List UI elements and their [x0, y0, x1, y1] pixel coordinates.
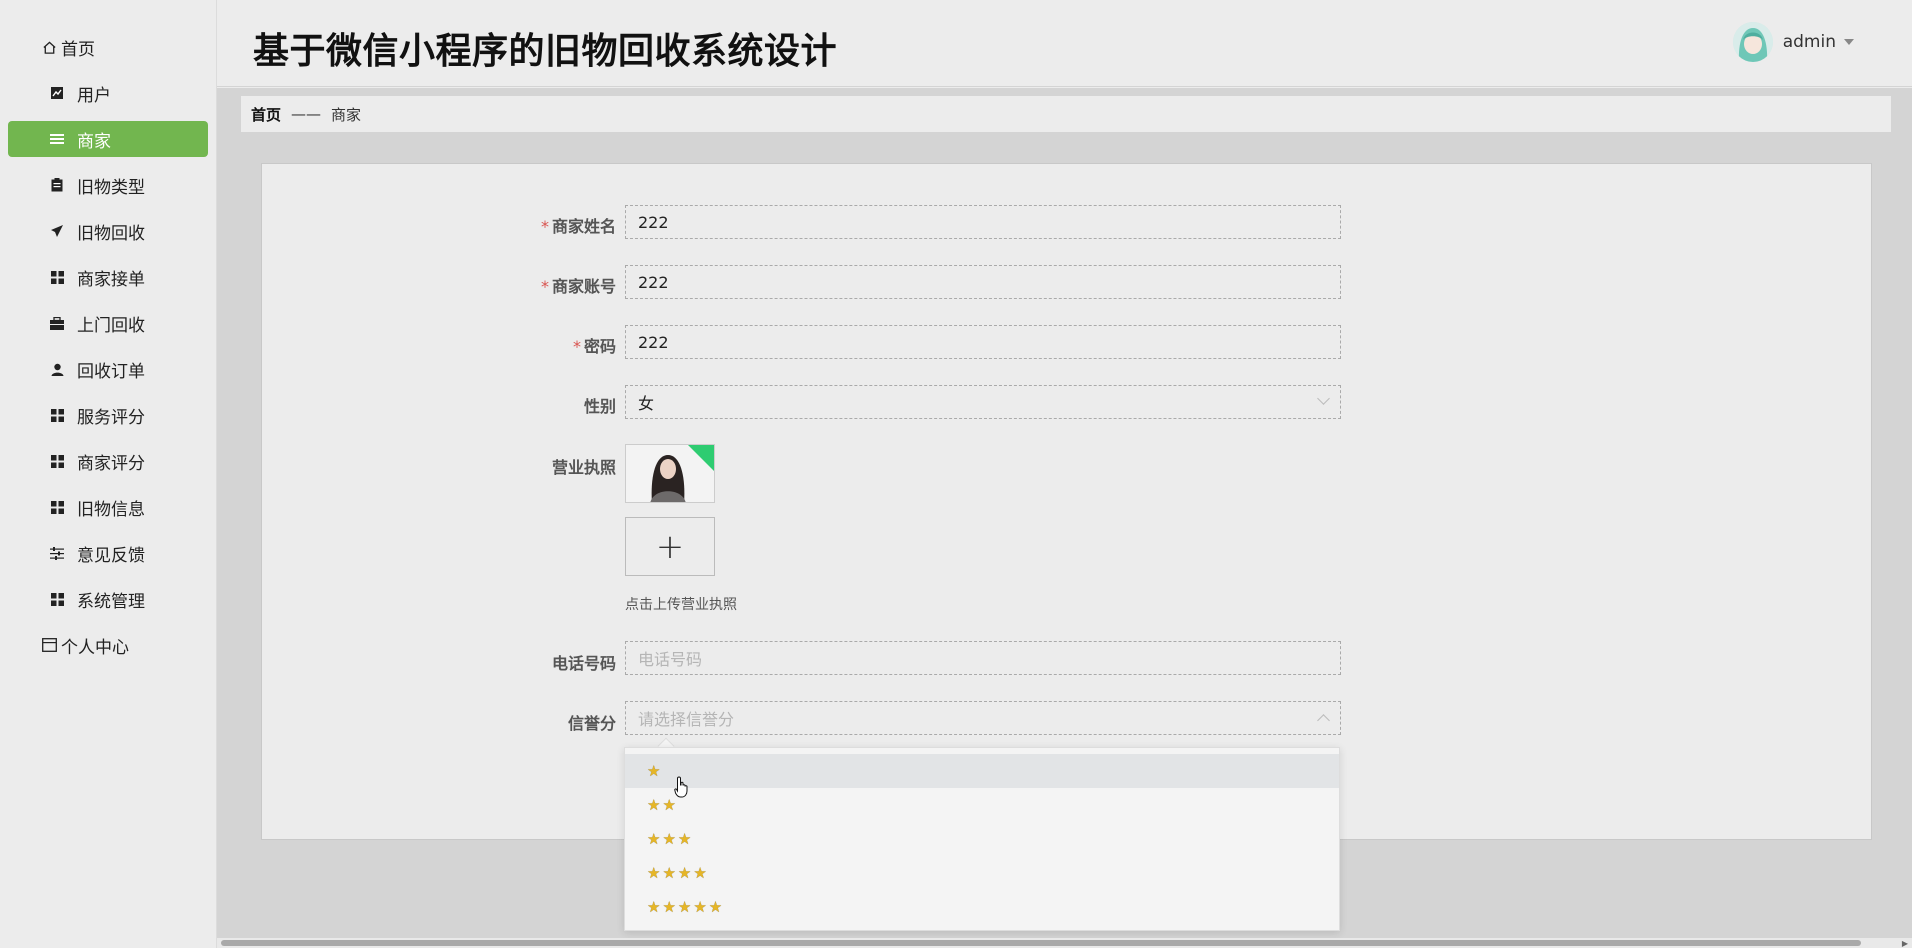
sidebar-item-home[interactable]: 首页	[0, 24, 216, 70]
sidebar-item-label: 商家	[77, 131, 111, 152]
breadcrumb-current: 商家	[331, 105, 362, 124]
account-label: * 商家账号	[540, 277, 616, 296]
required-mark: *	[540, 277, 549, 296]
gender-value: 女	[638, 394, 655, 413]
top-header: 基于微信小程序的旧物回收系统设计 admin	[217, 0, 1912, 87]
sliders-icon	[49, 545, 65, 561]
sidebar-item-merchants[interactable]: 商家	[8, 121, 208, 157]
merchant-form: * 商家姓名 222 * 商家账号 222 * 密码 222 性别 女 营业执照 + …	[261, 163, 1872, 840]
credit-dropdown: ★ ★★ ★★★ ★★★★ ★★★★★	[624, 747, 1340, 931]
horizontal-scrollbar[interactable]: ▶	[217, 938, 1912, 948]
chart-icon	[49, 85, 65, 101]
sidebar-item-recycle-orders[interactable]: 回收订单	[0, 346, 216, 392]
sidebar-item-label: 商家评分	[77, 453, 145, 474]
sidebar-item-label: 系统管理	[77, 591, 145, 612]
account-input[interactable]: 222	[625, 265, 1341, 299]
sidebar-item-profile[interactable]: 个人中心	[0, 622, 216, 668]
sidebar-item-recycling[interactable]: 旧物回收	[0, 208, 216, 254]
phone-label: 电话号码	[551, 654, 616, 673]
sidebar-item-pickup[interactable]: 上门回收	[0, 300, 216, 346]
sidebar-item-label: 用户	[77, 85, 111, 106]
avatar[interactable]	[1732, 22, 1773, 62]
credit-label: 信誉分	[567, 714, 616, 733]
breadcrumb-home[interactable]: 首页	[251, 104, 281, 125]
grid-icon	[49, 269, 65, 285]
sidebar-item-label: 意见反馈	[77, 545, 145, 566]
scrollbar-thumb[interactable]	[221, 940, 1861, 946]
scroll-right-icon[interactable]: ▶	[1902, 939, 1908, 948]
sidebar-item-label: 首页	[61, 39, 95, 60]
name-input[interactable]: 222	[625, 205, 1341, 239]
page-title: 基于微信小程序的旧物回收系统设计	[253, 31, 838, 72]
sidebar-item-users[interactable]: 用户	[0, 70, 216, 116]
sidebar-item-feedback[interactable]: 意见反馈	[0, 530, 216, 576]
window-icon	[41, 637, 57, 653]
sidebar-item-service-rating[interactable]: 服务评分	[0, 392, 216, 438]
sidebar-item-label: 商家接单	[77, 269, 145, 290]
caret-down-icon[interactable]	[1844, 39, 1854, 45]
credit-placeholder: 请选择信誉分	[638, 710, 735, 729]
grid-icon	[49, 453, 65, 469]
sidebar-item-merchant-rating[interactable]: 商家评分	[0, 438, 216, 484]
required-mark: *	[572, 337, 581, 356]
briefcase-icon	[49, 315, 65, 331]
required-mark: *	[540, 217, 549, 236]
credit-option-4[interactable]: ★★★★	[625, 856, 1339, 890]
sidebar-item-merchant-orders[interactable]: 商家接单	[0, 254, 216, 300]
upload-license-button[interactable]: +	[625, 517, 715, 576]
sidebar-item-label: 旧物回收	[77, 223, 145, 244]
send-icon	[49, 223, 65, 239]
upload-hint: 点击上传营业执照	[625, 597, 737, 613]
sidebar-item-item-types[interactable]: 旧物类型	[0, 162, 216, 208]
breadcrumb: 首页 —— 商家	[241, 96, 1891, 132]
breadcrumb-separator: ——	[291, 105, 322, 123]
grid-icon	[49, 499, 65, 515]
list-icon	[49, 131, 65, 147]
user-menu[interactable]: admin	[1732, 22, 1854, 62]
credit-option-3[interactable]: ★★★	[625, 822, 1339, 856]
grid-icon	[49, 407, 65, 423]
sidebar: 首页 用户 商家 旧物类型 旧物回收 商家接单 上门回收 回收订单 服务评分 商…	[0, 0, 217, 948]
password-input[interactable]: 222	[625, 325, 1341, 359]
credit-option-2[interactable]: ★★	[625, 788, 1339, 822]
sidebar-item-system[interactable]: 系统管理	[0, 576, 216, 622]
sidebar-item-label: 旧物类型	[77, 177, 145, 198]
sidebar-item-label: 旧物信息	[77, 499, 145, 520]
sidebar-item-item-info[interactable]: 旧物信息	[0, 484, 216, 530]
chevron-down-icon	[1317, 392, 1330, 405]
sidebar-nav: 首页 用户 商家 旧物类型 旧物回收 商家接单 上门回收 回收订单 服务评分 商…	[0, 0, 216, 668]
chevron-up-icon	[1317, 714, 1330, 727]
credit-option-5[interactable]: ★★★★★	[625, 890, 1339, 924]
password-label: * 密码	[572, 337, 616, 356]
sidebar-item-label: 回收订单	[77, 361, 145, 382]
home-icon	[41, 39, 57, 55]
credit-select[interactable]: 请选择信誉分	[625, 701, 1341, 735]
license-thumbnail[interactable]	[625, 444, 715, 503]
license-label: 营业执照	[551, 458, 616, 477]
sidebar-item-label: 服务评分	[77, 407, 145, 428]
phone-input[interactable]: 电话号码	[625, 641, 1341, 675]
person-icon	[49, 361, 65, 377]
username[interactable]: admin	[1783, 32, 1836, 52]
sidebar-item-label: 个人中心	[61, 637, 129, 658]
credit-option-1[interactable]: ★	[625, 754, 1339, 788]
hand-cursor-icon	[674, 776, 690, 802]
clipboard-icon	[49, 177, 65, 193]
grid-icon	[49, 591, 65, 607]
name-label: * 商家姓名	[540, 217, 616, 236]
sidebar-item-label: 上门回收	[77, 315, 145, 336]
gender-label: 性别	[583, 397, 616, 416]
gender-select[interactable]: 女	[625, 385, 1341, 419]
